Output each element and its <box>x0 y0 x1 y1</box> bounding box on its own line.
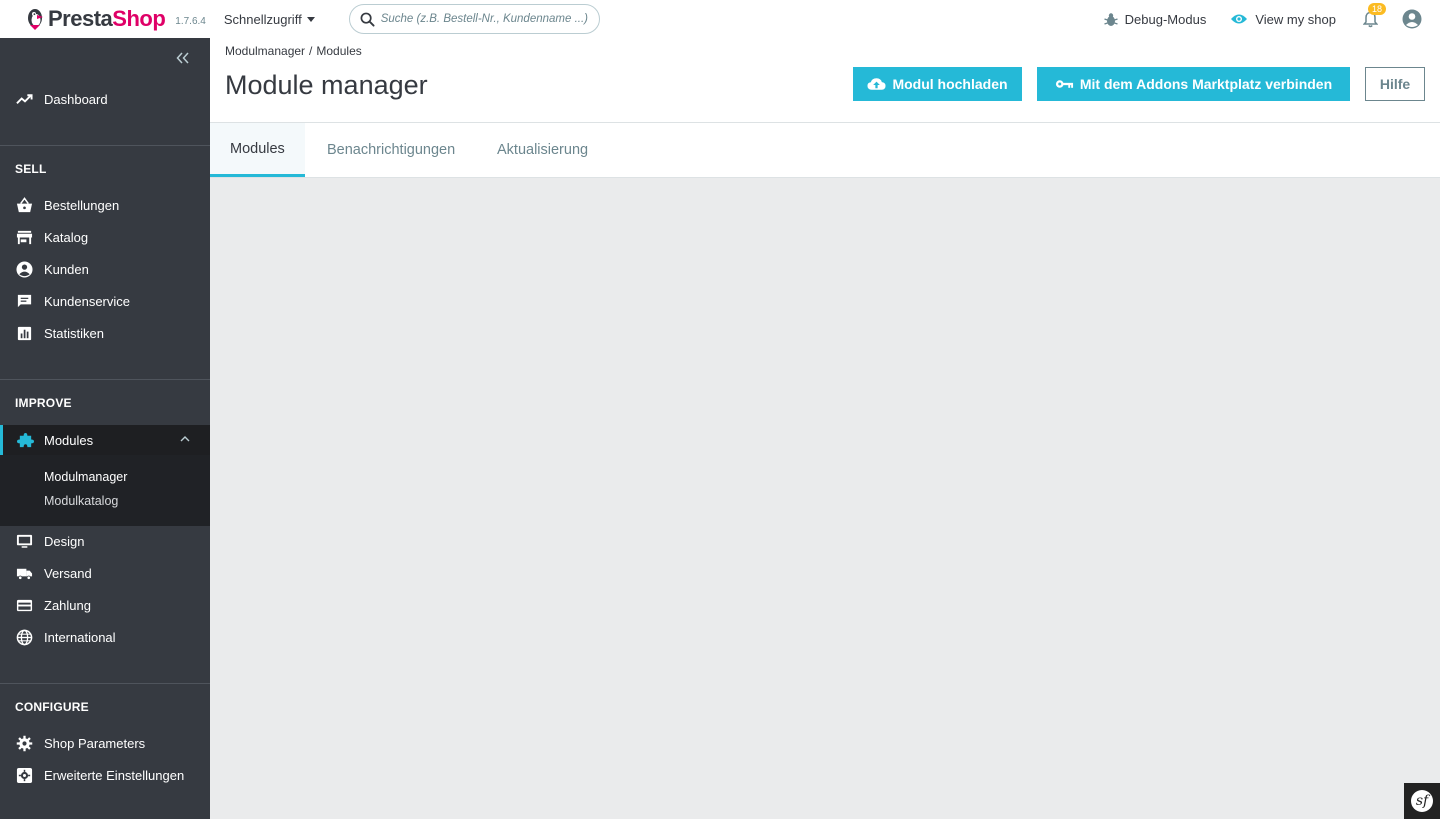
credit-card-icon <box>16 599 33 611</box>
sidebar-item-label: Dashboard <box>44 91 108 107</box>
modules-menu-group: Modules Modulmanager Modulkatalog <box>0 425 210 526</box>
puzzle-icon <box>17 432 34 447</box>
bug-icon <box>1103 12 1118 26</box>
search-box[interactable] <box>348 4 600 34</box>
breadcrumb-item-modules: Modules <box>316 44 362 58</box>
collapse-sidebar-icon[interactable] <box>176 52 190 64</box>
gear-icon <box>16 735 33 751</box>
symfony-logo-icon: sf <box>1411 790 1433 812</box>
search-input[interactable] <box>380 13 591 25</box>
settings-box-icon <box>16 767 33 783</box>
sidebar-item-label: Versand <box>44 565 92 581</box>
sidebar-item-dashboard[interactable]: Dashboard <box>0 83 210 115</box>
tab-updates[interactable]: Aktualisierung <box>477 123 608 177</box>
logo-text-shop: Shop <box>112 6 166 31</box>
sidebar-item-catalog[interactable]: Katalog <box>0 221 210 253</box>
prestashop-puffin-icon <box>26 7 44 31</box>
section-title-improve: IMPROVE <box>15 396 72 410</box>
sidebar-item-label: Shop Parameters <box>44 735 146 751</box>
prestashop-logo[interactable]: PrestaShop 1.7.6.4 <box>26 6 206 32</box>
sidebar-item-customer-service[interactable]: Kundenservice <box>0 285 210 317</box>
sidebar-item-shop-parameters[interactable]: Shop Parameters <box>0 727 210 759</box>
cloud-upload-icon <box>867 78 886 90</box>
sidebar-item-label: Modules <box>44 432 94 448</box>
view-my-shop-link[interactable]: View my shop <box>1230 12 1336 27</box>
section-title-configure: CONFIGURE <box>15 700 89 714</box>
breadcrumb-separator: / <box>309 44 313 58</box>
divider <box>0 145 210 146</box>
sidebar-item-label: Katalog <box>44 229 89 245</box>
sidebar-item-label: International <box>44 629 116 645</box>
desktop-icon <box>16 534 33 548</box>
sidebar-subitem-module-catalog[interactable]: Modulkatalog <box>44 494 118 508</box>
eye-icon <box>1231 14 1248 24</box>
tab-bar: Modules Benachrichtigungen Aktualisierun… <box>210 123 1440 178</box>
chat-icon <box>17 294 32 307</box>
sidebar-item-label: Zahlung <box>44 597 91 613</box>
connect-addons-button[interactable]: Mit dem Addons Marktplatz verbinden <box>1037 67 1350 101</box>
sidebar-subitem-module-manager[interactable]: Modulmanager <box>44 470 127 484</box>
sidebar-item-label: Design <box>44 533 85 549</box>
main-content <box>210 178 1440 819</box>
search-icon <box>360 12 375 27</box>
account-circle-icon <box>16 260 33 278</box>
breadcrumb-item-module-manager[interactable]: Modulmanager <box>225 44 305 58</box>
logo-text-presta: Presta <box>48 6 113 31</box>
quick-access-dropdown[interactable]: Schnellzugriff <box>224 12 315 27</box>
help-label: Hilfe <box>1379 76 1411 92</box>
sidebar-item-payment[interactable]: Zahlung <box>0 589 210 621</box>
sidebar-item-orders[interactable]: Bestellungen <box>0 189 210 221</box>
help-button[interactable]: Hilfe <box>1365 67 1425 101</box>
top-header: PrestaShop 1.7.6.4 Schnellzugriff Debug-… <box>0 0 1440 38</box>
chevron-up-icon <box>180 436 190 442</box>
sidebar-item-label: Statistiken <box>44 325 104 341</box>
breadcrumb: Modulmanager / Modules <box>225 44 362 58</box>
sidebar-item-customers[interactable]: Kunden <box>0 253 210 285</box>
view-my-shop-label: View my shop <box>1255 11 1336 27</box>
bar-chart-icon <box>17 326 32 340</box>
notifications-button[interactable]: 18 <box>1360 3 1386 29</box>
upload-module-button[interactable]: Modul hochladen <box>853 67 1022 101</box>
store-icon <box>16 230 33 244</box>
truck-icon <box>16 568 33 580</box>
sidebar-item-label: Kundenservice <box>44 293 130 309</box>
sidebar-item-design[interactable]: Design <box>0 525 210 557</box>
trending-up-icon <box>16 93 33 104</box>
tab-modules[interactable]: Modules <box>210 123 305 177</box>
page-title: Module manager <box>225 70 428 100</box>
caret-down-icon <box>306 16 315 22</box>
quick-access-label: Schnellzugriff <box>223 11 302 27</box>
sidebar-item-statistics[interactable]: Statistiken <box>0 317 210 349</box>
symfony-toolbar-toggle[interactable]: sf <box>1404 783 1440 819</box>
debug-mode-link[interactable]: Debug-Modus <box>1103 11 1207 27</box>
shopping-basket-icon <box>16 196 33 212</box>
sidebar-item-label: Erweiterte Einstellungen <box>44 767 185 783</box>
sidebar: Dashboard SELL Bestellungen Katalog Kund… <box>0 38 210 819</box>
version-label: 1.7.6.4 <box>175 15 206 27</box>
globe-icon <box>16 629 33 645</box>
divider <box>0 683 210 684</box>
notifications-count-badge: 18 <box>1367 3 1386 15</box>
key-icon <box>1055 80 1073 88</box>
section-title-sell: SELL <box>15 162 47 176</box>
sidebar-item-modules[interactable]: Modules <box>0 425 210 455</box>
sidebar-item-international[interactable]: International <box>0 621 210 653</box>
page-header: Modulmanager / Modules Module manager Modu… <box>210 38 1440 123</box>
sidebar-item-advanced-settings[interactable]: Erweiterte Einstellungen <box>0 759 210 791</box>
divider <box>0 379 210 380</box>
sidebar-item-shipping[interactable]: Versand <box>0 557 210 589</box>
sidebar-item-label: Bestellungen <box>44 197 120 213</box>
upload-module-label: Modul hochladen <box>892 76 1008 92</box>
tab-notifications[interactable]: Benachrichtigungen <box>307 123 475 177</box>
connect-addons-label: Mit dem Addons Marktplatz verbinden <box>1079 76 1333 92</box>
user-avatar-icon[interactable] <box>1402 9 1422 29</box>
sidebar-item-label: Kunden <box>44 261 89 277</box>
debug-mode-label: Debug-Modus <box>1124 11 1207 27</box>
